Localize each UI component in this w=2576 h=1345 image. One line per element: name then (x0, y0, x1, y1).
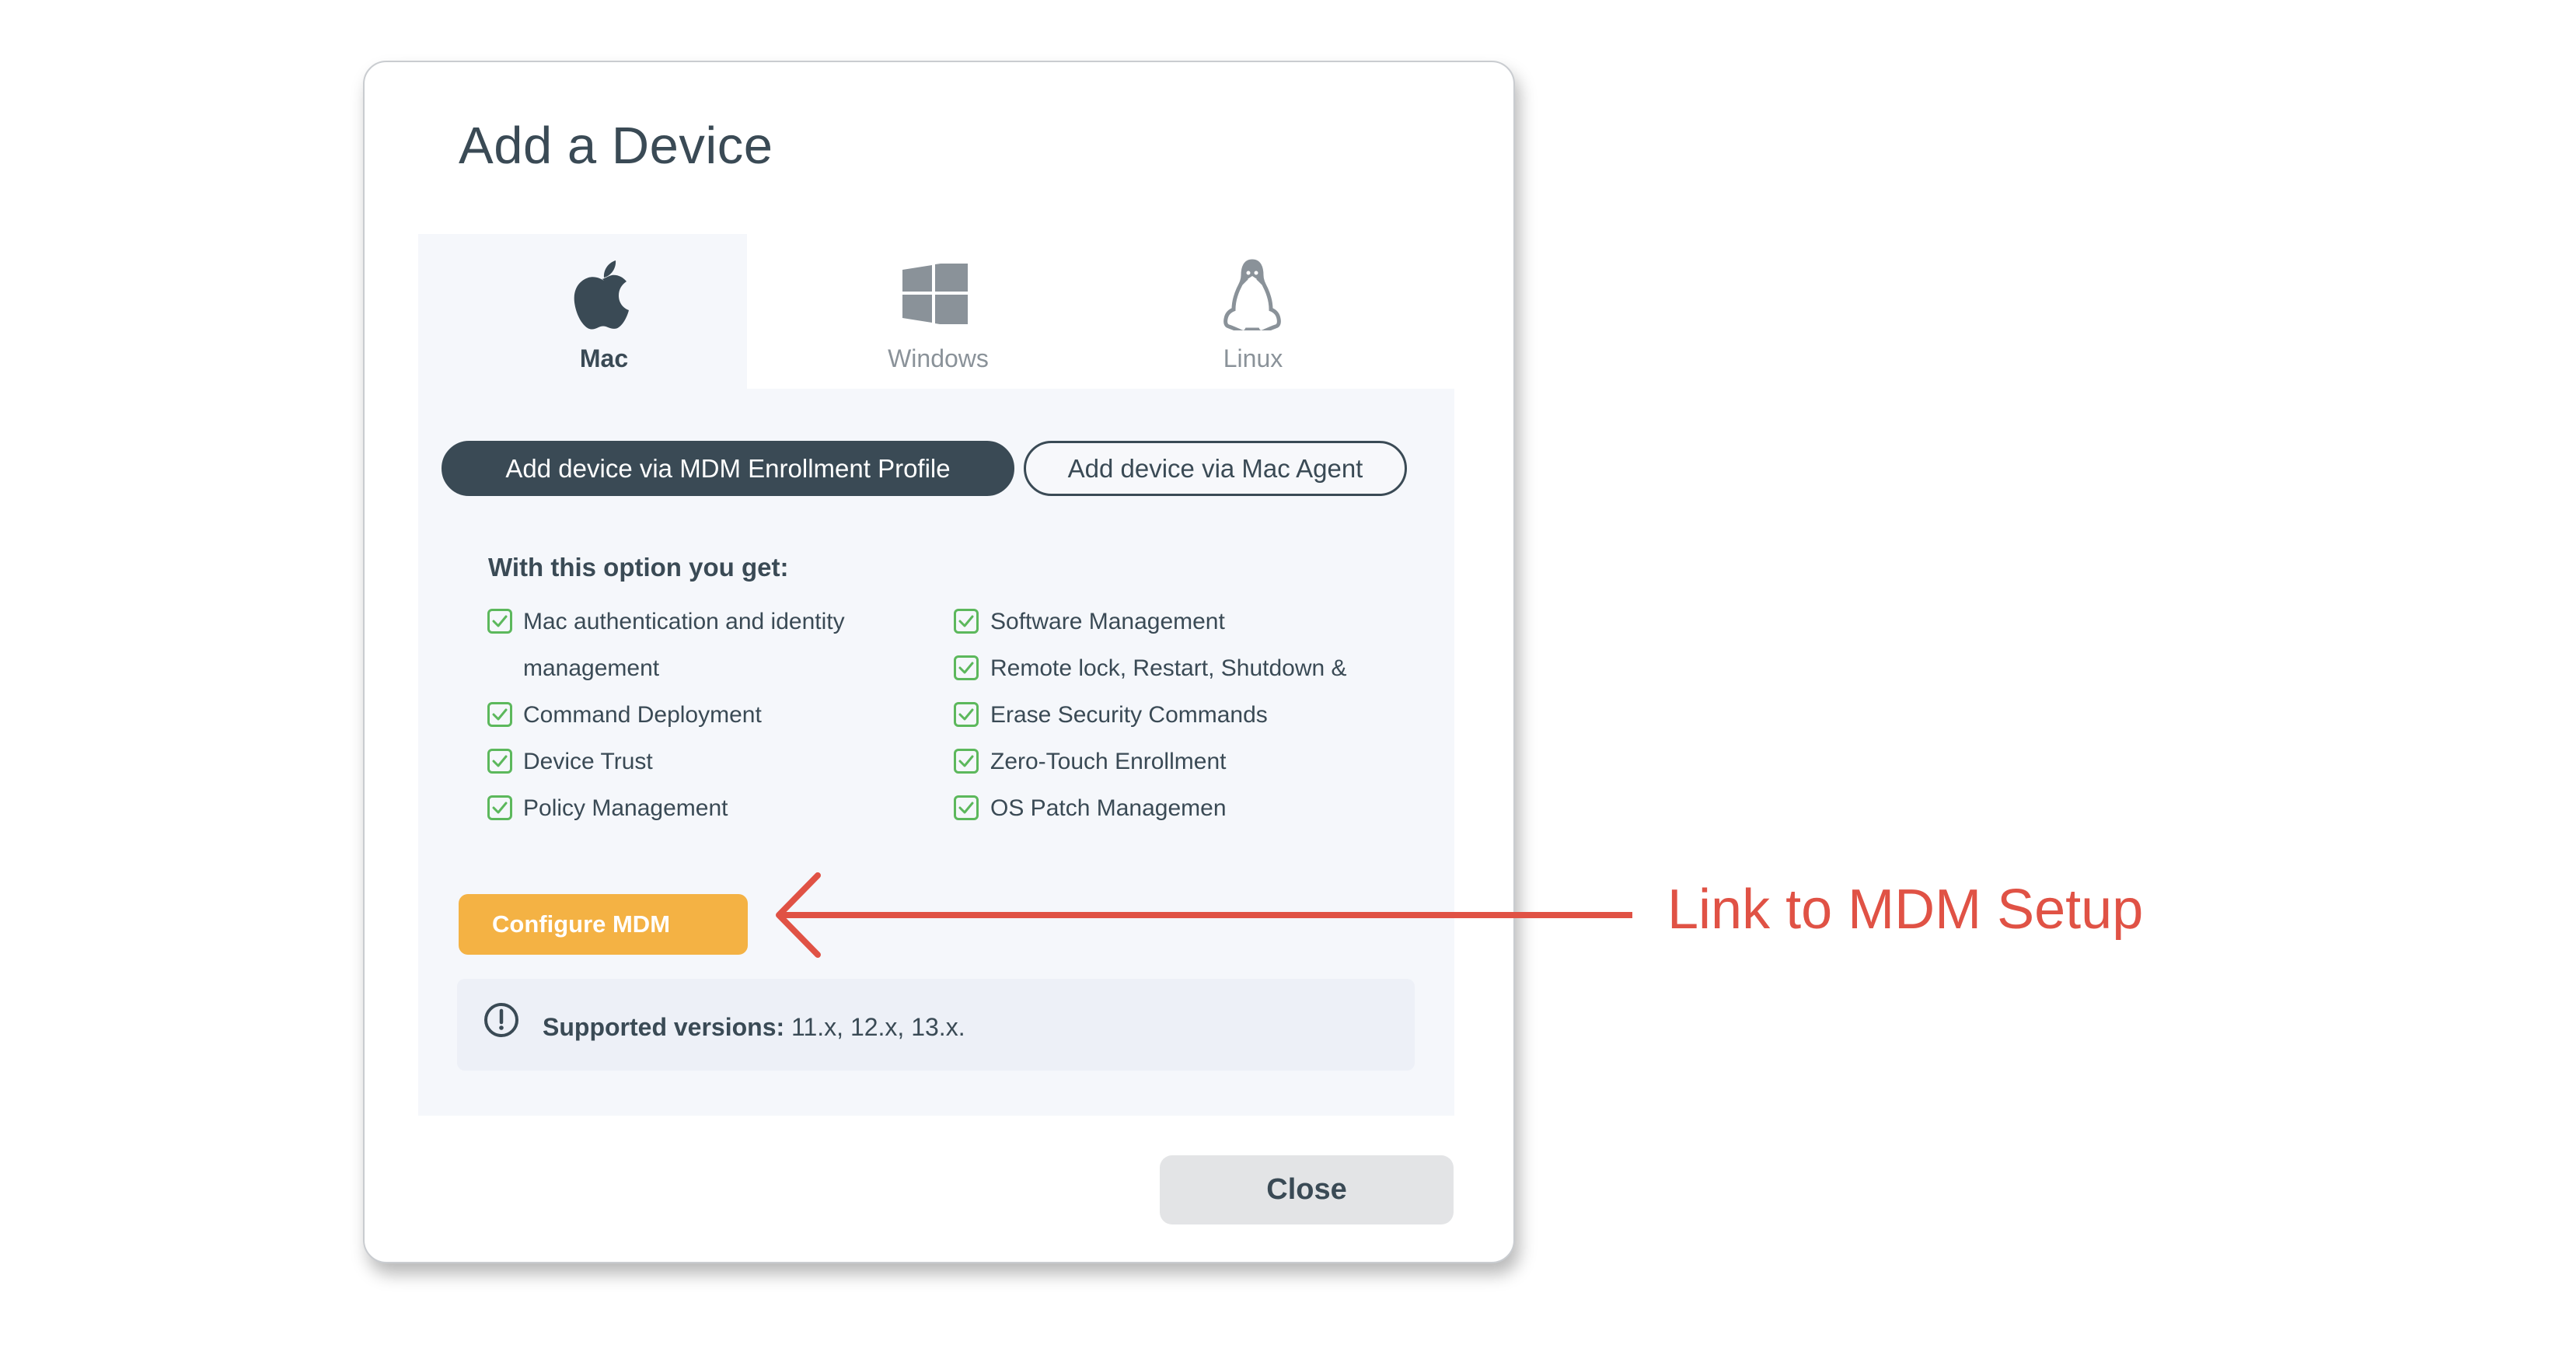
annotation-label: Link to MDM Setup (1667, 879, 2144, 941)
tab-label-linux: Linux (1223, 344, 1283, 372)
configure-mdm-button[interactable]: Configure MDM (459, 894, 748, 955)
check-icon (954, 609, 979, 634)
tab-label-mac: Mac (579, 344, 629, 372)
feature-item: Device Trust (523, 749, 653, 774)
check-icon (954, 795, 979, 820)
feature-item: Erase Security Commands (990, 702, 1268, 728)
check-icon (954, 749, 979, 774)
tab-mac[interactable]: Mac (418, 234, 747, 389)
check-icon (954, 655, 979, 680)
check-icon (487, 795, 512, 820)
windows-icon (902, 264, 968, 324)
feature-item: Zero-Touch Enrollment (990, 749, 1227, 774)
tab-label-windows: Windows (888, 344, 989, 372)
feature-item: OS Patch Managemen (990, 795, 1227, 821)
close-button[interactable]: Close (1160, 1155, 1454, 1224)
check-icon (487, 749, 512, 774)
mdm-enrollment-profile-option[interactable]: Add device via MDM Enrollment Profile (442, 441, 1014, 496)
features-heading: With this option you get: (488, 553, 789, 582)
exclamation-circle-icon (484, 1003, 518, 1037)
feature-item: Mac authentication and identity (523, 609, 845, 634)
dialog-title: Add a Device (459, 117, 773, 175)
supported-versions-text: Supported versions: 11.x, 12.x, 13.x. (543, 1011, 965, 1043)
linux-penguin-icon (1223, 259, 1281, 330)
check-icon (954, 702, 979, 727)
feature-item: Command Deployment (523, 702, 762, 728)
feature-item: Software Management (990, 609, 1225, 634)
tab-windows[interactable]: Windows (747, 234, 1105, 389)
apple-icon (574, 260, 629, 330)
supported-versions-label: Supported versions: (543, 1013, 785, 1041)
feature-item: Remote lock, Restart, Shutdown & (990, 655, 1347, 681)
tab-linux[interactable]: Linux (1105, 234, 1454, 389)
check-icon (487, 609, 512, 634)
mac-agent-option[interactable]: Add device via Mac Agent (1024, 441, 1407, 496)
check-icon (487, 702, 512, 727)
supported-versions-value: 11.x, 12.x, 13.x. (784, 1013, 965, 1041)
feature-item-continued: management (523, 655, 660, 681)
feature-item: Policy Management (523, 795, 728, 821)
annotation-arrow-icon (776, 872, 1632, 958)
